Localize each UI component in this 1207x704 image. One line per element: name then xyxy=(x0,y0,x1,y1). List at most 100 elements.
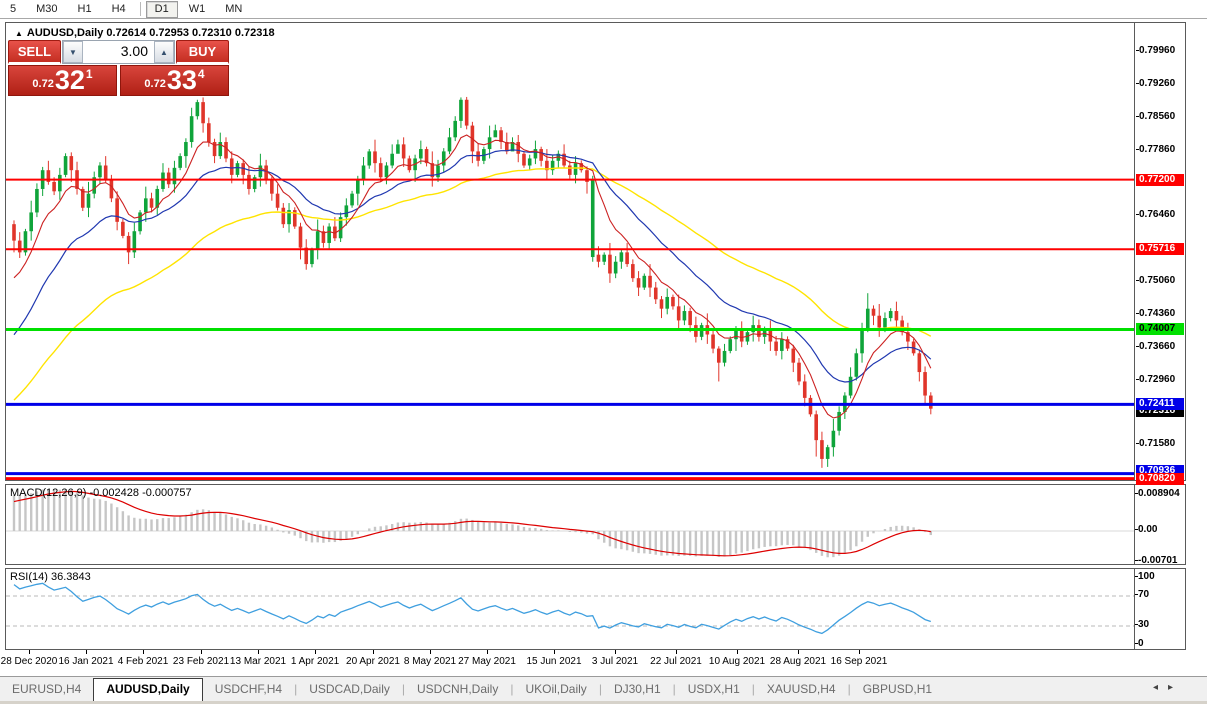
price-badge: 0.74007 xyxy=(1136,323,1184,336)
candle xyxy=(401,144,406,159)
toolbar-separator xyxy=(139,2,141,16)
chart-tab-usdchf[interactable]: USDCHF,H4 xyxy=(203,679,294,701)
chart-tab-xauusd[interactable]: XAUUSD,H4 xyxy=(755,679,848,701)
candle xyxy=(161,172,165,189)
collapse-triangle-icon[interactable]: ▲ xyxy=(15,29,23,38)
candle xyxy=(281,207,286,225)
chart-tab-bar: EURUSD,H4 AUDUSD,Daily USDCHF,H4 | USDCAD,Da… xyxy=(0,676,1207,701)
date-tick-mark xyxy=(737,650,738,654)
rsi-panel[interactable]: RSI(14) 36.3843 xyxy=(5,568,1186,650)
candle xyxy=(527,158,532,166)
price-axis-tick: 0.71580 xyxy=(1136,438,1189,449)
price-axis-border xyxy=(1134,23,1135,480)
volume-increase-button[interactable]: ▲ xyxy=(154,41,174,63)
date-tick-mark xyxy=(676,650,677,654)
candle xyxy=(390,153,394,166)
price-axis-tick: 0.76460 xyxy=(1136,209,1189,220)
candle xyxy=(797,362,801,382)
timeframe-button-h1[interactable]: H1 xyxy=(69,1,101,18)
candle xyxy=(109,179,114,199)
timeframe-button-mn[interactable]: MN xyxy=(216,1,251,18)
buy-price-panel[interactable]: 0.72 33 4 xyxy=(120,65,229,96)
candle xyxy=(883,318,887,328)
volume-decrease-button[interactable]: ▼ xyxy=(63,41,83,63)
buy-price-small: 0.72 xyxy=(144,78,166,90)
date-axis[interactable]: 28 Dec 2020 16 Jan 2021 4 Feb 2021 23 Feb 2… xyxy=(1,650,1186,672)
buy-button[interactable]: BUY xyxy=(176,40,229,64)
candle xyxy=(195,102,200,117)
candle xyxy=(98,165,102,178)
date-tick-label: 16 Jan 2021 xyxy=(58,656,114,667)
macd-axis-border xyxy=(1134,485,1135,564)
candle xyxy=(699,325,704,337)
chart-tab-audusd[interactable]: AUDUSD,Daily xyxy=(93,678,203,701)
sell-price-panel[interactable]: 0.72 32 1 xyxy=(8,65,117,96)
price-axis-tick: 0.79960 xyxy=(1136,45,1189,56)
macd-label: MACD(12,26,9) -0.002428 -0.000757 xyxy=(10,487,192,499)
chart-tab-usdx[interactable]: USDX,H1 xyxy=(676,679,752,701)
candle xyxy=(396,144,400,154)
date-tick-mark xyxy=(258,650,259,654)
candle xyxy=(350,193,354,206)
candle xyxy=(871,308,876,316)
candle xyxy=(625,252,629,265)
tab-scroll-right-icon[interactable]: ▸ xyxy=(1168,682,1183,693)
price-axis-tick: 0.77860 xyxy=(1136,144,1189,155)
price-badge: 0.70820 xyxy=(1136,473,1184,486)
candle xyxy=(493,130,498,138)
timeframe-button-w1[interactable]: W1 xyxy=(180,1,215,18)
candle xyxy=(608,254,612,274)
indicator-axis-tick: 0.00 xyxy=(1134,524,1158,535)
chart-tab-eurusd[interactable]: EURUSD,H4 xyxy=(0,679,93,701)
candle xyxy=(121,221,125,236)
candle xyxy=(384,165,389,178)
sell-button[interactable]: SELL xyxy=(8,40,61,64)
timeframe-button-5[interactable]: 5 xyxy=(1,1,25,18)
date-tick-mark xyxy=(859,650,860,654)
candle xyxy=(419,149,423,159)
timeframe-button-m30[interactable]: M30 xyxy=(27,1,66,18)
timeframe-button-d1[interactable]: D1 xyxy=(145,0,178,18)
candle xyxy=(694,325,698,337)
candle xyxy=(808,397,813,415)
candle xyxy=(820,440,824,459)
volume-input[interactable]: 3.00 xyxy=(83,41,154,63)
timeframe-button-h4[interactable]: H4 xyxy=(103,1,135,18)
candle xyxy=(642,275,647,288)
tab-scroll-arrows[interactable]: ◂▸ xyxy=(1153,682,1183,693)
candle xyxy=(602,254,606,262)
candle xyxy=(780,339,784,351)
macd-panel[interactable]: MACD(12,26,9) -0.002428 -0.000757 xyxy=(5,484,1186,565)
candle xyxy=(441,151,446,166)
candle xyxy=(201,102,205,124)
rsi-axis-border xyxy=(1134,569,1135,649)
candle xyxy=(814,414,818,441)
candle xyxy=(665,296,670,309)
chart-tab-gbpusd[interactable]: GBPUSD,H1 xyxy=(851,679,944,701)
date-tick-mark xyxy=(315,650,316,654)
candle xyxy=(711,334,715,349)
candle xyxy=(613,261,618,274)
date-tick-label: 27 May 2021 xyxy=(458,656,516,667)
candle xyxy=(407,158,412,171)
chart-tab-usdcad[interactable]: USDCAD,Daily xyxy=(297,679,402,701)
candle xyxy=(825,447,830,459)
chart-tab-dj30[interactable]: DJ30,H1 xyxy=(602,679,673,701)
price-axis-tick: 0.75060 xyxy=(1136,275,1189,286)
tab-scroll-left-icon[interactable]: ◂ xyxy=(1153,682,1168,693)
indicator-axis-tick: 0 xyxy=(1135,638,1144,649)
candle xyxy=(860,329,864,354)
candle xyxy=(63,156,68,175)
candle xyxy=(722,350,727,363)
chart-window: ▲ AUDUSD,Daily 0.72614 0.72953 0.72310 0.… xyxy=(1,22,1189,672)
price-axis-tick: 0.74360 xyxy=(1136,308,1189,319)
rsi-label: RSI(14) 36.3843 xyxy=(10,571,91,583)
chart-tab-ukoil[interactable]: UKOil,Daily xyxy=(513,679,598,701)
candle xyxy=(367,151,372,166)
candle xyxy=(923,372,927,396)
chart-tab-usdcnh[interactable]: USDCNH,Daily xyxy=(405,679,510,701)
date-tick-label: 8 May 2021 xyxy=(403,656,457,667)
candle xyxy=(888,311,893,319)
date-tick-mark xyxy=(86,650,87,654)
candle xyxy=(774,341,778,351)
